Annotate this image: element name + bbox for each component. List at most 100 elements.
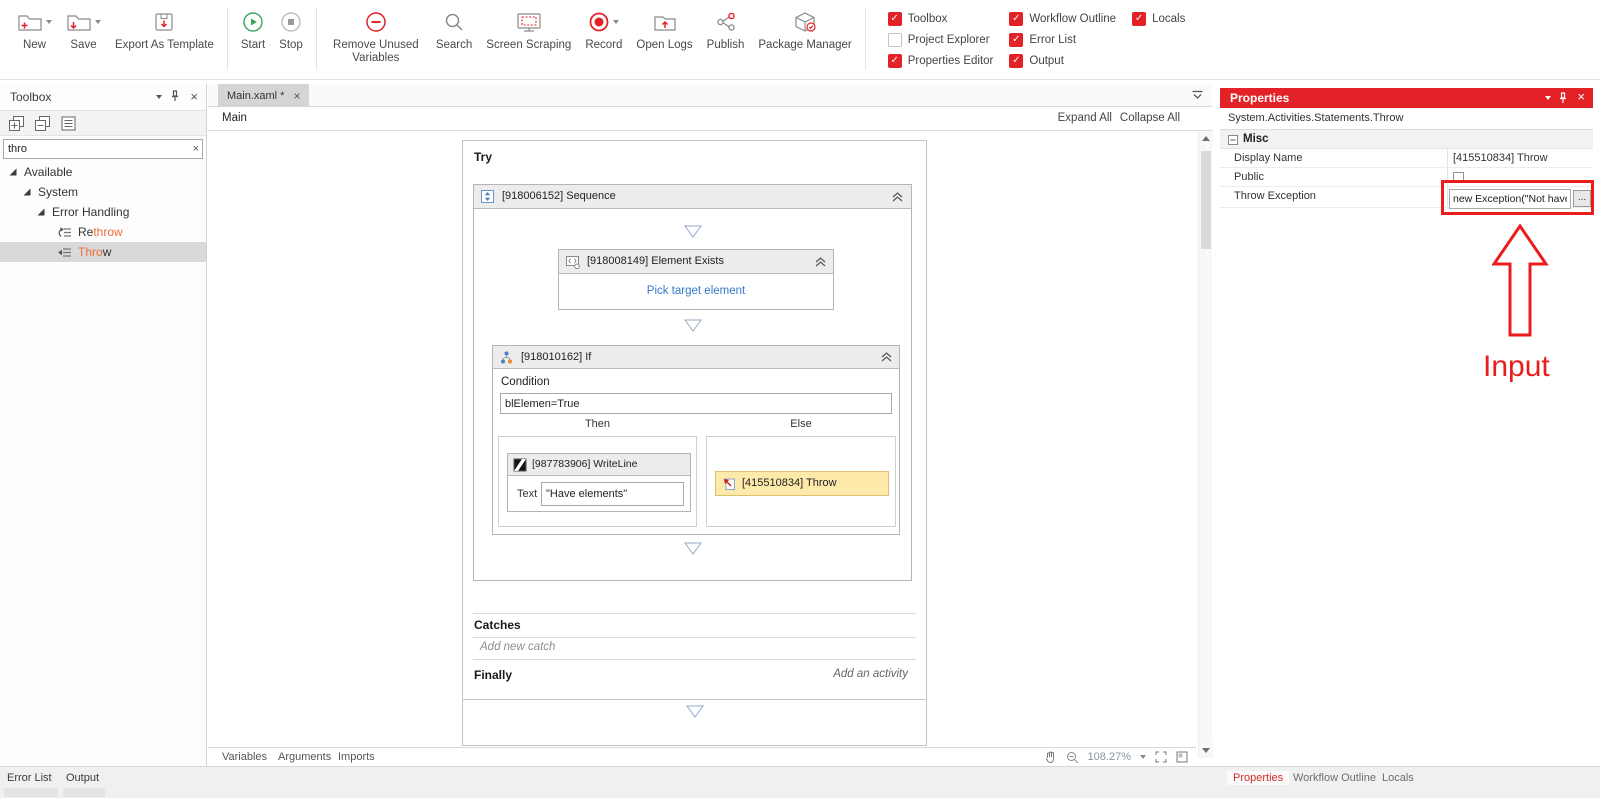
zoom-level-value[interactable]: 108.27%: [1088, 751, 1131, 763]
toggle-workflow-outline[interactable]: Workflow Outline: [1009, 12, 1116, 26]
search-button[interactable]: Search: [429, 6, 479, 54]
expand-all-link[interactable]: Expand All: [1058, 112, 1112, 124]
overview-map-icon[interactable]: [1176, 751, 1188, 763]
misc-section-row[interactable]: Misc: [1220, 130, 1593, 149]
package-manager-button[interactable]: Package Manager: [751, 6, 858, 54]
writeline-activity[interactable]: [987783906] WriteLine Text: [507, 453, 691, 512]
output-tab[interactable]: Output: [66, 772, 99, 784]
element-exists-activity[interactable]: [918008149] Element Exists Pick target e…: [558, 249, 834, 310]
search-clear-icon[interactable]: [193, 144, 199, 154]
add-new-catch-link[interactable]: Add new catch: [480, 641, 555, 653]
canvas-vertical-scrollbar[interactable]: [1198, 131, 1213, 758]
toolbox-pin-icon[interactable]: [170, 90, 180, 103]
condition-input[interactable]: [500, 393, 892, 414]
publish-label: Publish: [706, 39, 745, 51]
scrollbar-thumb[interactable]: [1201, 151, 1211, 249]
toggle-toolbox[interactable]: Toolbox: [887, 12, 994, 26]
workflow-outline-checkbox[interactable]: [1009, 12, 1024, 26]
tree-node-system[interactable]: System: [0, 182, 206, 202]
record-button[interactable]: Record: [578, 6, 629, 54]
sequence-activity[interactable]: [918006152] Sequence [918008149] Element…: [473, 184, 912, 581]
add-an-activity-link[interactable]: Add an activity: [833, 668, 908, 680]
properties-editor-checkbox[interactable]: [887, 54, 902, 68]
element-exists-header[interactable]: [918008149] Element Exists: [559, 250, 833, 274]
tab-main-xaml[interactable]: Main.xaml *: [218, 84, 310, 107]
tab-close-icon[interactable]: [293, 91, 300, 101]
new-dropdown-icon[interactable]: [46, 20, 52, 24]
imports-tab[interactable]: Imports: [338, 751, 375, 763]
sequence-header[interactable]: [918006152] Sequence: [474, 185, 911, 209]
collapse-all-groups-icon[interactable]: [34, 115, 51, 132]
tree-node-error-handling[interactable]: Error Handling: [0, 202, 206, 222]
display-name-value[interactable]: [415510834] Throw: [1453, 149, 1548, 168]
fit-to-screen-icon[interactable]: [1155, 751, 1167, 763]
new-button[interactable]: New: [10, 6, 59, 54]
properties-dropdown-icon[interactable]: [1545, 96, 1551, 100]
list-view-icon[interactable]: [60, 115, 77, 132]
expand-all-groups-icon[interactable]: [8, 115, 25, 132]
expander-icon[interactable]: [9, 168, 17, 176]
error-list-tab[interactable]: Error List: [7, 772, 52, 784]
toggle-properties-editor[interactable]: Properties Editor: [887, 54, 993, 68]
throw-activity-node[interactable]: [415510834] Throw: [715, 471, 889, 496]
properties-close-icon[interactable]: [1577, 92, 1585, 102]
tree-item-rethrow[interactable]: Rethrow: [0, 222, 206, 242]
arguments-tab[interactable]: Arguments: [278, 751, 331, 763]
locals-checkbox[interactable]: [1132, 12, 1147, 26]
properties-pin-icon[interactable]: [1558, 92, 1568, 105]
breadcrumb[interactable]: Main: [222, 112, 247, 124]
then-branch-container[interactable]: [987783906] WriteLine Text: [498, 436, 697, 527]
locals-bottom-tab[interactable]: Locals: [1382, 772, 1414, 784]
pick-target-element-link[interactable]: Pick target element: [559, 274, 833, 309]
toolbox-checkbox[interactable]: [887, 12, 902, 26]
toggle-project-explorer[interactable]: Project Explorer: [887, 33, 994, 47]
collapse-all-link[interactable]: Collapse All: [1120, 112, 1180, 124]
toolbox-search-input[interactable]: [3, 139, 203, 159]
open-logs-button[interactable]: Open Logs: [629, 6, 699, 54]
start-button[interactable]: Start: [234, 6, 272, 54]
collapse-chevron-icon[interactable]: [892, 192, 903, 202]
save-button[interactable]: Save: [59, 6, 108, 54]
publish-button[interactable]: Publish: [700, 6, 752, 54]
tree-node-available[interactable]: Available: [0, 162, 206, 182]
if-activity[interactable]: [918010162] If Condition Then Else: [492, 345, 900, 535]
record-dropdown-icon[interactable]: [613, 20, 620, 24]
toggle-locals[interactable]: Locals: [1132, 12, 1185, 26]
tab-list-icon[interactable]: [1191, 90, 1204, 102]
remove-unused-variables-button[interactable]: Remove Unused Variables: [323, 6, 429, 67]
scroll-down-button[interactable]: [1199, 743, 1213, 758]
zoom-out-icon[interactable]: [1066, 751, 1079, 764]
toggle-error-list[interactable]: Error List: [1009, 33, 1116, 47]
writeline-header[interactable]: [987783906] WriteLine: [508, 454, 690, 476]
error-list-checkbox[interactable]: [1009, 33, 1024, 47]
scroll-up-button[interactable]: [1199, 131, 1213, 146]
expander-icon[interactable]: [23, 188, 31, 196]
zoom-dropdown-icon[interactable]: [1140, 755, 1146, 759]
writeline-text-input[interactable]: [541, 482, 684, 506]
else-branch-container[interactable]: [415510834] Throw: [706, 436, 896, 527]
trycatch-activity[interactable]: Try [918006152] Sequence [918008149] Ele…: [462, 140, 927, 746]
screen-scraping-button[interactable]: Screen Scraping: [479, 6, 578, 54]
workflow-outline-bottom-tab[interactable]: Workflow Outline: [1293, 772, 1376, 784]
collapse-chevron-icon[interactable]: [815, 257, 826, 267]
tree-item-throw[interactable]: Throw: [0, 242, 206, 262]
toolbox-close-icon[interactable]: [190, 92, 198, 102]
properties-header: Properties: [1220, 88, 1593, 108]
output-checkbox[interactable]: [1009, 54, 1024, 68]
if-header[interactable]: [918010162] If: [493, 346, 899, 369]
expander-icon[interactable]: [37, 208, 45, 216]
output-tab-body[interactable]: [63, 788, 105, 797]
collapse-section-icon[interactable]: [1228, 135, 1238, 145]
project-explorer-checkbox[interactable]: [887, 33, 902, 47]
save-dropdown-icon[interactable]: [95, 20, 101, 24]
variables-tab[interactable]: Variables: [222, 751, 267, 763]
text-label: Text: [517, 488, 538, 500]
toggle-output[interactable]: Output: [1009, 54, 1116, 68]
collapse-chevron-icon[interactable]: [881, 352, 892, 362]
stop-button[interactable]: Stop: [272, 6, 310, 54]
export-as-template-button[interactable]: Export As Template: [108, 6, 221, 54]
toolbox-dropdown-icon[interactable]: [156, 95, 162, 99]
pan-hand-icon[interactable]: [1044, 750, 1057, 764]
properties-bottom-tab[interactable]: Properties: [1227, 771, 1290, 785]
error-list-tab-body[interactable]: [4, 788, 58, 797]
